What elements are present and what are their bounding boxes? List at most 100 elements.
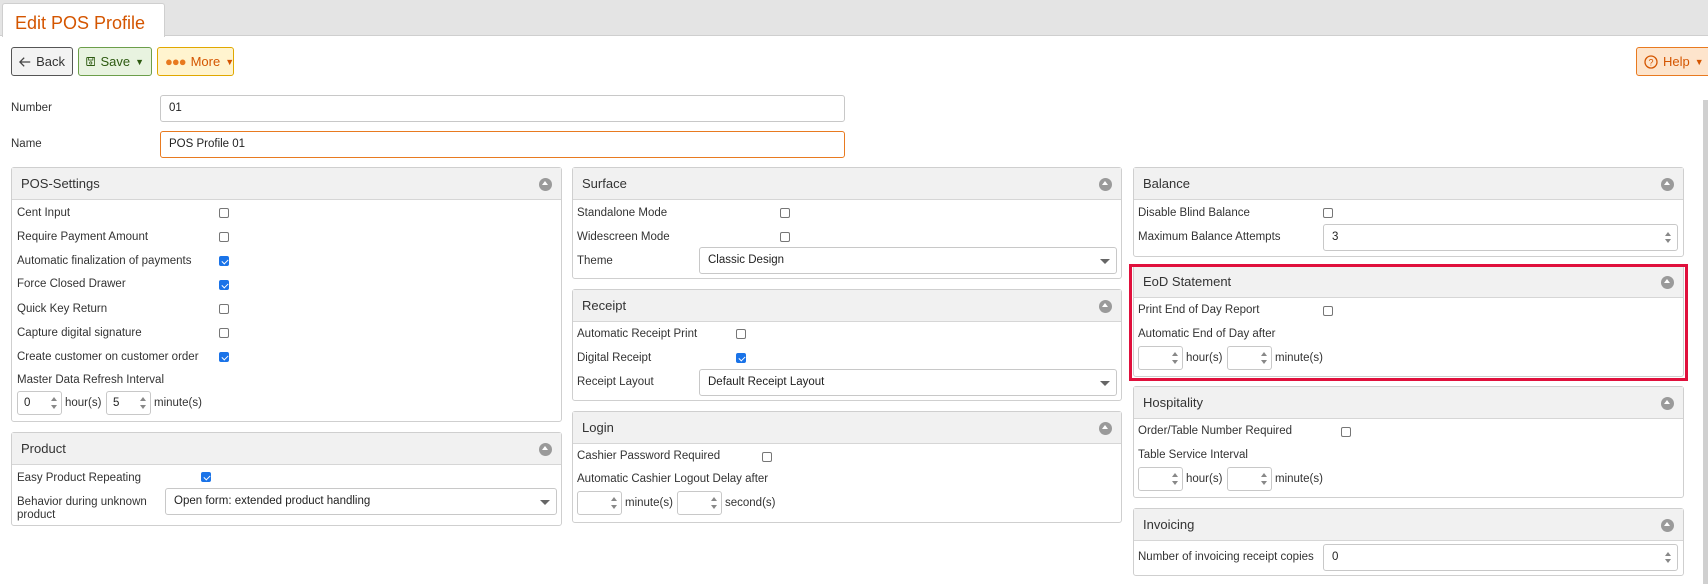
- behavior-select[interactable]: Open form: extended product handling: [165, 488, 557, 515]
- max-attempts-label: Maximum Balance Attempts: [1138, 231, 1281, 243]
- disable-blind-label: Disable Blind Balance: [1138, 207, 1250, 219]
- capture-signature-checkbox[interactable]: [219, 328, 229, 338]
- collapse-icon[interactable]: [539, 178, 552, 191]
- auto-print-checkbox[interactable]: [736, 329, 746, 339]
- auto-finalization-checkbox[interactable]: [219, 256, 229, 266]
- refresh-minutes-stepper[interactable]: 5: [106, 391, 151, 415]
- create-customer-label: Create customer on customer order: [17, 351, 199, 363]
- standalone-label: Standalone Mode: [577, 207, 668, 219]
- receipt-layout-label: Receipt Layout: [577, 376, 654, 388]
- minutes-unit-label: minute(s): [625, 497, 673, 509]
- vertical-scrollbar[interactable]: [1703, 100, 1708, 584]
- panel-title: Surface: [582, 176, 627, 191]
- panel-title: Product: [21, 441, 66, 456]
- back-label: Back: [36, 54, 65, 69]
- minutes-unit-label: minute(s): [154, 397, 202, 409]
- theme-label: Theme: [577, 255, 613, 267]
- name-field[interactable]: POS Profile 01: [160, 131, 845, 158]
- panel-title: Hospitality: [1143, 395, 1203, 410]
- collapse-icon[interactable]: [539, 443, 552, 456]
- logout-minutes-stepper[interactable]: [577, 491, 622, 515]
- collapse-icon[interactable]: [1661, 397, 1674, 410]
- panel-title: Receipt: [582, 298, 627, 313]
- cent-input-label: Cent Input: [17, 207, 71, 219]
- create-customer-checkbox[interactable]: [219, 352, 229, 362]
- quick-key-label: Quick Key Return: [17, 303, 108, 315]
- name-label: Name: [11, 138, 42, 150]
- panel-header[interactable]: Hospitality: [1134, 387, 1683, 419]
- tab-title: Edit POS Profile: [15, 13, 146, 33]
- widescreen-label: Widescreen Mode: [577, 231, 670, 243]
- order-table-label: Order/Table Number Required: [1138, 425, 1293, 437]
- widescreen-checkbox[interactable]: [780, 232, 790, 242]
- back-button[interactable]: Back: [11, 47, 73, 76]
- panel-header[interactable]: Surface: [573, 168, 1121, 200]
- eod-highlight-frame: [1129, 264, 1688, 381]
- collapse-icon[interactable]: [1099, 422, 1112, 435]
- minutes-unit-label: minute(s): [1275, 473, 1323, 485]
- svg-text:?: ?: [1648, 57, 1653, 67]
- number-field[interactable]: 01: [160, 95, 845, 122]
- collapse-icon[interactable]: [1661, 178, 1674, 191]
- dots-icon: ●●●: [165, 54, 187, 69]
- quick-key-checkbox[interactable]: [219, 304, 229, 314]
- order-table-checkbox[interactable]: [1341, 427, 1351, 437]
- behavior-label: Behavior during unknown: [17, 496, 147, 508]
- service-interval-label: Table Service Interval: [1138, 449, 1248, 461]
- digital-receipt-checkbox[interactable]: [736, 353, 746, 363]
- tab-bar: [0, 0, 1708, 36]
- hours-unit-label: hour(s): [65, 397, 102, 409]
- easy-repeating-label: Easy Product Repeating: [17, 472, 142, 484]
- panel-header[interactable]: Balance: [1134, 168, 1683, 200]
- capture-signature-label: Capture digital signature: [17, 327, 142, 339]
- collapse-icon[interactable]: [1661, 519, 1674, 532]
- help-label: Help: [1663, 54, 1690, 69]
- panel-header[interactable]: Product: [12, 433, 561, 465]
- password-required-checkbox[interactable]: [762, 452, 772, 462]
- copies-label: Number of invoicing receipt copies: [1138, 551, 1314, 563]
- question-circle-icon: ?: [1644, 54, 1658, 69]
- require-payment-label: Require Payment Amount: [17, 231, 149, 243]
- auto-print-label: Automatic Receipt Print: [577, 328, 698, 340]
- save-label: Save: [100, 54, 131, 69]
- auto-finalization-label: Automatic finalization of payments: [17, 255, 192, 267]
- panel-title: Invoicing: [1143, 517, 1195, 532]
- panel-header[interactable]: Receipt: [573, 290, 1121, 322]
- receipt-layout-select[interactable]: Default Receipt Layout: [699, 369, 1117, 396]
- force-closed-label: Force Closed Drawer: [17, 278, 126, 290]
- panel-title: Balance: [1143, 176, 1190, 191]
- copies-stepper[interactable]: 0: [1323, 544, 1678, 571]
- refresh-hours-stepper[interactable]: 0: [17, 391, 62, 415]
- service-minutes-stepper[interactable]: [1227, 467, 1272, 491]
- floppy-disk-icon: [86, 57, 96, 66]
- service-hours-stepper[interactable]: [1138, 467, 1183, 491]
- save-button[interactable]: Save ▼: [78, 47, 152, 76]
- theme-select[interactable]: Classic Design: [699, 247, 1117, 274]
- cent-input-checkbox[interactable]: [219, 208, 229, 218]
- disable-blind-checkbox[interactable]: [1323, 208, 1333, 218]
- standalone-checkbox[interactable]: [780, 208, 790, 218]
- chevron-down-icon: ▼: [135, 56, 144, 67]
- password-required-label: Cashier Password Required: [577, 450, 721, 462]
- refresh-interval-label: Master Data Refresh Interval: [17, 374, 165, 386]
- collapse-icon[interactable]: [1099, 178, 1112, 191]
- more-label: More: [190, 54, 221, 69]
- max-attempts-stepper[interactable]: 3: [1323, 224, 1678, 251]
- logout-seconds-stepper[interactable]: [677, 491, 722, 515]
- chevron-down-icon: ▼: [1694, 56, 1704, 67]
- force-closed-checkbox[interactable]: [219, 280, 229, 290]
- panel-header[interactable]: Login: [573, 412, 1121, 444]
- chevron-down-icon: ▼: [225, 56, 235, 67]
- easy-repeating-checkbox[interactable]: [201, 472, 211, 482]
- arrow-left-icon: [19, 56, 31, 67]
- collapse-icon[interactable]: [1099, 300, 1112, 313]
- more-button[interactable]: ●●● More ▼: [157, 47, 234, 76]
- panel-header[interactable]: Invoicing: [1134, 509, 1683, 541]
- panel-header[interactable]: POS-Settings: [12, 168, 561, 200]
- help-button[interactable]: ? Help ▼: [1636, 47, 1708, 76]
- number-label: Number: [11, 102, 52, 114]
- hours-unit-label: hour(s): [1186, 473, 1223, 485]
- tab-edit-pos-profile[interactable]: Edit POS Profile: [2, 3, 165, 37]
- behavior-label-line2: product: [17, 509, 56, 521]
- require-payment-checkbox[interactable]: [219, 232, 229, 242]
